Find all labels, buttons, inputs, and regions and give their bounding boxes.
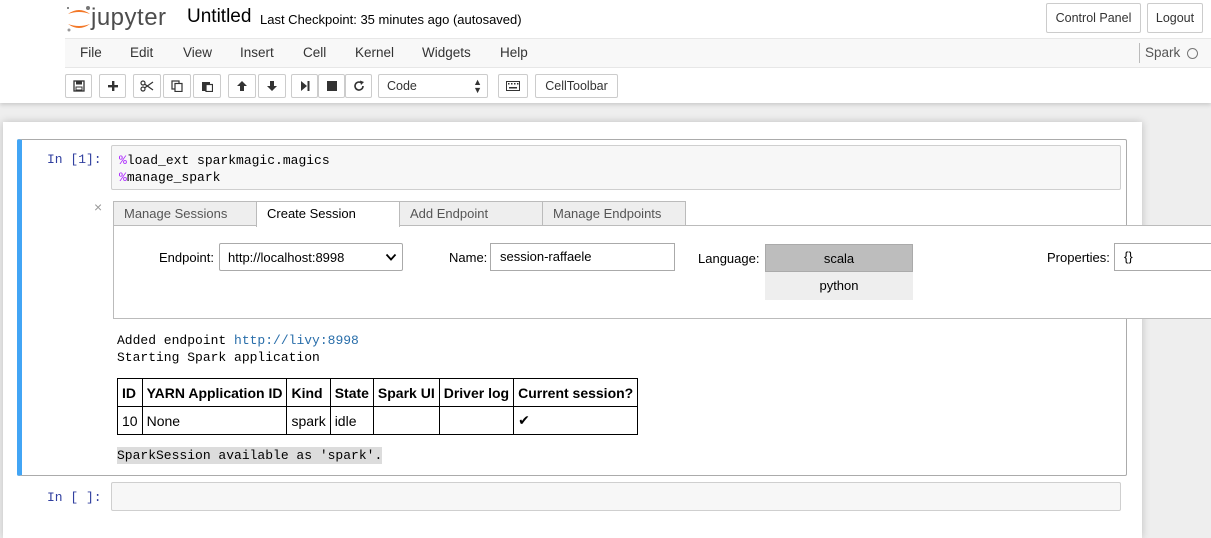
language-option-scala[interactable]: scala — [765, 244, 913, 272]
cell-type-select[interactable]: Code ▲ ▼ — [378, 74, 488, 98]
endpoint-value: http://localhost:8998 — [228, 250, 345, 265]
code-line: %load_ext sparkmagic.magics — [119, 153, 330, 168]
col-kind: Kind — [286, 378, 331, 407]
select-arrows-icon: ▲ ▼ — [473, 77, 482, 95]
kernel-idle-indicator-icon — [1187, 48, 1198, 59]
save-button[interactable] — [65, 74, 92, 98]
cell-yarn-app-id: None — [141, 406, 288, 435]
col-state: State — [329, 378, 374, 407]
restart-button[interactable] — [345, 74, 372, 98]
move-up-button[interactable] — [228, 74, 256, 98]
kernel-separator — [1139, 43, 1140, 63]
livy-endpoint-link[interactable]: http://livy:8998 — [234, 333, 359, 348]
control-panel-button[interactable]: Control Panel — [1046, 3, 1141, 33]
menu-bar: File Edit View Insert Cell Kernel Widget… — [65, 38, 1211, 68]
output-added-endpoint: Added endpoint http://livy:8998 — [117, 333, 359, 348]
celltoolbar-button[interactable]: CellToolbar — [535, 74, 618, 98]
input-prompt-empty: In [ ]: — [47, 490, 102, 505]
cell-kind: spark — [286, 406, 331, 435]
code-editor[interactable]: %load_ext sparkmagic.magics %manage_spar… — [111, 145, 1121, 190]
empty-code-editor[interactable] — [111, 482, 1121, 511]
top-bar: jupyter Untitled Last Checkpoint: 35 min… — [0, 0, 1211, 37]
notebook-header: jupyter Untitled Last Checkpoint: 35 min… — [0, 0, 1211, 103]
save-icon — [72, 80, 85, 92]
tab-create-session[interactable]: Create Session — [256, 201, 400, 227]
command-palette-button[interactable] — [498, 74, 528, 98]
properties-input[interactable]: {} — [1114, 243, 1211, 271]
move-down-button[interactable] — [258, 74, 286, 98]
col-spark-ui: Spark UI — [372, 378, 440, 407]
menu-widgets[interactable]: Widgets — [422, 45, 471, 60]
cell-state: idle — [329, 406, 374, 435]
copy-icon — [171, 80, 183, 92]
close-widget-icon[interactable]: × — [94, 199, 102, 215]
table-row: 10 None spark idle ✔ — [117, 406, 639, 435]
cell-id: 10 — [117, 406, 143, 435]
arrow-down-icon — [267, 81, 277, 91]
output-spark-available: SparkSession available as 'spark'. — [117, 447, 383, 464]
chevron-down-icon — [385, 253, 397, 261]
name-label: Name: — [449, 250, 488, 265]
insert-cell-button[interactable] — [99, 74, 126, 98]
restart-icon — [353, 80, 364, 91]
tab-add-endpoint[interactable]: Add Endpoint — [399, 201, 543, 226]
menu-help[interactable]: Help — [500, 45, 528, 60]
col-current-session: Current session? — [513, 378, 639, 407]
session-table: ID YARN Application ID Kind State Spark … — [117, 378, 639, 435]
main-toolbar: Code ▲ ▼ CellToolbar — [0, 72, 1211, 100]
create-session-panel — [113, 225, 1211, 319]
paste-icon — [202, 82, 213, 92]
stop-icon — [326, 81, 337, 91]
logout-button[interactable]: Logout — [1147, 3, 1203, 33]
tab-manage-sessions[interactable]: Manage Sessions — [113, 201, 257, 226]
keyboard-icon — [506, 81, 520, 91]
input-prompt: In [1]: — [47, 152, 102, 167]
table-header-row: ID YARN Application ID Kind State Spark … — [117, 378, 639, 407]
col-id: ID — [117, 378, 143, 407]
endpoint-label: Endpoint: — [159, 250, 214, 265]
menu-view[interactable]: View — [183, 45, 212, 60]
menu-edit[interactable]: Edit — [130, 45, 153, 60]
language-label: Language: — [698, 251, 760, 266]
jupyter-logo-icon[interactable] — [64, 4, 94, 34]
run-icon — [300, 81, 309, 91]
code-line: %manage_spark — [119, 170, 221, 185]
jupyter-logo-text[interactable]: jupyter — [91, 4, 167, 32]
kernel-name: Spark — [1145, 45, 1181, 60]
cell-type-value: Code — [387, 79, 417, 93]
current-session-check-icon: ✔ — [513, 406, 639, 435]
paste-button[interactable] — [193, 74, 221, 98]
col-driver-log: Driver log — [438, 378, 515, 407]
menu-cell[interactable]: Cell — [303, 45, 326, 60]
plus-icon — [107, 81, 118, 91]
copy-button[interactable] — [163, 74, 191, 98]
cell-driver-log — [438, 406, 515, 435]
notebook-title[interactable]: Untitled — [187, 6, 251, 28]
arrow-up-icon — [237, 81, 247, 91]
cut-button[interactable] — [133, 74, 161, 98]
language-option-python[interactable]: python — [765, 272, 913, 300]
menu-file[interactable]: File — [80, 45, 102, 60]
cell-spark-ui — [372, 406, 440, 435]
menu-insert[interactable]: Insert — [240, 45, 274, 60]
endpoint-select[interactable]: http://localhost:8998 — [219, 243, 403, 271]
scissors-icon — [140, 80, 154, 92]
tab-manage-endpoints[interactable]: Manage Endpoints — [542, 201, 686, 226]
output-starting-spark: Starting Spark application — [117, 350, 320, 365]
menu-kernel[interactable]: Kernel — [355, 45, 394, 60]
properties-label: Properties: — [1047, 250, 1110, 265]
checkpoint-status: Last Checkpoint: 35 minutes ago (autosav… — [260, 12, 522, 27]
col-yarn-app-id: YARN Application ID — [141, 378, 288, 407]
session-name-input[interactable]: session-raffaele — [490, 243, 675, 271]
language-toggle-group: scala python — [765, 244, 913, 300]
interrupt-button[interactable] — [318, 74, 345, 98]
run-button[interactable] — [291, 74, 318, 98]
